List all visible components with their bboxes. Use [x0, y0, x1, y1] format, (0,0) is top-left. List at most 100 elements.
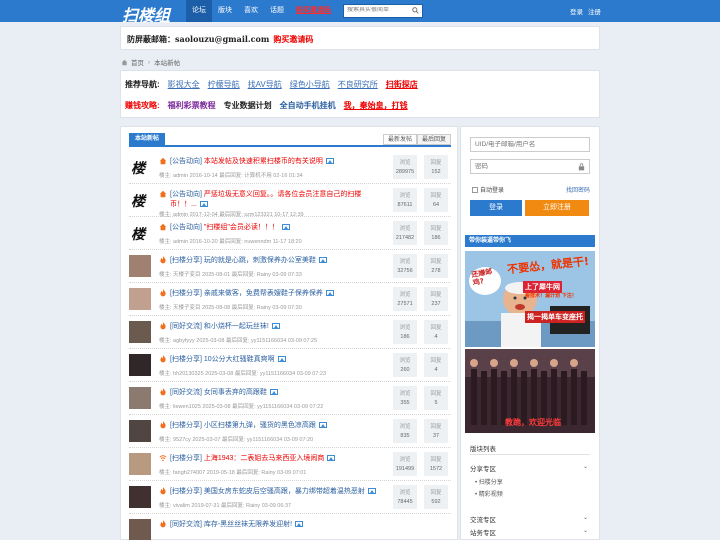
- guide-link[interactable]: 影视大全: [168, 79, 200, 90]
- thread-row[interactable]: [扫楼分享] 亲戚来做客，免费帮表嫂鞋子保养保养 楼主: 天楼子变目 2025-0…: [129, 283, 451, 316]
- ad-banner-2[interactable]: 教跪，欢迎光临: [465, 349, 595, 433]
- thread-title[interactable]: 上海1943：二表姐去马来西亚入境闹商: [204, 455, 325, 462]
- thread-title[interactable]: 小区扫楼第九弹，骚货的黑色凉高跟: [204, 422, 316, 429]
- guide-link[interactable]: 不良研究所: [338, 79, 378, 90]
- thread-title[interactable]: 本站发帖及快速积累扫楼币的有关说明: [204, 158, 323, 165]
- password-field[interactable]: [470, 159, 590, 174]
- avatar[interactable]: [129, 453, 151, 475]
- guide-link[interactable]: 福利彩票教程: [168, 100, 216, 111]
- guide-link[interactable]: 绿色小导航: [290, 79, 330, 90]
- avatar[interactable]: [129, 519, 151, 540]
- site-logo[interactable]: 扫楼组: [122, 2, 170, 26]
- forgot-password-link[interactable]: 找回密码: [566, 185, 590, 194]
- thread-category[interactable]: [扫楼分享]: [170, 356, 202, 363]
- register-link[interactable]: 注册: [588, 9, 601, 16]
- notice-buy-link[interactable]: 购买邀请码: [273, 34, 313, 44]
- thread-row[interactable]: [同好交流] 库存-黑丝丝袜无限养发迎射!: [129, 514, 451, 540]
- nav-likes[interactable]: 喜欢: [238, 0, 264, 22]
- login-link[interactable]: 登录: [570, 9, 583, 16]
- avatar[interactable]: 楼: [129, 222, 151, 244]
- thread-row[interactable]: [同好交流] 女同事丢弃的高跟鞋楼主: liewen1025 2025-03-0…: [129, 382, 451, 415]
- thread-title[interactable]: 和小烧杯一起玩丝袜!: [204, 323, 269, 330]
- nav-boards[interactable]: 版块: [212, 0, 238, 22]
- thread-title[interactable]: 亲戚来做客，免费帮表嫂鞋子保养保养: [204, 290, 323, 297]
- thread-title[interactable]: 10公分大红骚鞋真爽啊: [204, 356, 275, 363]
- thread-category[interactable]: [扫楼分享]: [170, 455, 202, 462]
- guide-link[interactable]: 找AV导航: [248, 79, 282, 90]
- auto-login[interactable]: 自动登录: [472, 185, 504, 194]
- breadcrumb-home[interactable]: 首页: [131, 57, 144, 67]
- thread-row[interactable]: 楼 [公告动向] "扫楼组"会员必读！！！ 楼主: admin 2016-10-20…: [129, 217, 451, 250]
- guide-link[interactable]: 我，秦始皇，打钱: [344, 100, 408, 111]
- subboard-item[interactable]: • 扫楼分享: [475, 477, 503, 486]
- thread-row[interactable]: 楼 [公告动向] 本站发帖及快速积累扫楼币的有关说明 楼主: admin 2016-…: [129, 151, 451, 184]
- thread-meta: 楼主: admin 2016-10-20 最后回复: nuwenndm 11-1…: [159, 239, 302, 245]
- view-label: 浏览: [399, 226, 411, 232]
- thread-category[interactable]: [扫楼分享]: [170, 488, 202, 495]
- nav-buy-invite[interactable]: 购买邀请码: [290, 0, 337, 22]
- avatar[interactable]: 楼: [129, 156, 151, 178]
- thread-row[interactable]: 楼 [公告动向] 严惩垃圾无意义回复。。请各位会员注意自己的扫楼 币！！... 楼主:…: [129, 184, 451, 218]
- thread-row[interactable]: [扫楼分享] 玩的就是心跳，刺激保养办公室美鞋 楼主: 天楼子变目 2025-08…: [129, 250, 451, 283]
- subboard-item[interactable]: • 精彩视频: [475, 489, 503, 498]
- thread-category[interactable]: [同好交流]: [170, 389, 202, 396]
- sort-latest-post[interactable]: 最新发帖: [382, 134, 417, 145]
- view-value: 289975: [395, 169, 415, 175]
- sort-last-reply[interactable]: 最后回复: [416, 134, 451, 145]
- thread-title[interactable]: 严惩垃圾无意义回复。。请各位会员注意自己的扫楼: [204, 191, 362, 198]
- thread-title[interactable]: 女同事丢弃的高跟鞋: [204, 389, 267, 396]
- thread-category[interactable]: [公告动向]: [170, 158, 202, 165]
- username-field[interactable]: [470, 137, 590, 152]
- thread-title-continued[interactable]: 币！！...: [170, 201, 197, 208]
- password-input[interactable]: [475, 163, 570, 170]
- thread-row[interactable]: [扫楼分享] 小区扫楼第九弹，骚货的黑色凉高跟 楼主: 9527cy 2025-0…: [129, 415, 451, 448]
- thread-category[interactable]: [公告动向]: [170, 191, 202, 198]
- username-input[interactable]: [475, 141, 570, 148]
- thread-meta: 楼主: liewen1025 2025-03-08 最后回复: yy115116…: [159, 404, 324, 410]
- board-item-share[interactable]: 分享专区 ⌄: [470, 463, 590, 473]
- thread-category[interactable]: [扫楼分享]: [170, 290, 202, 297]
- login-button[interactable]: 登录: [470, 200, 522, 216]
- avatar[interactable]: [129, 387, 151, 409]
- thread-row[interactable]: [扫楼分享] 美国女房东蛇皮后空骚高跟，暴力绑带超着温热恶射 楼主: vivali…: [129, 481, 451, 514]
- avatar[interactable]: [129, 321, 151, 343]
- guide-link[interactable]: 专业数据计划: [224, 100, 272, 111]
- chevron-down-icon[interactable]: ⌄: [583, 514, 588, 521]
- thread-title[interactable]: 美国女房东蛇皮后空骚高跟，暴力绑带超着温热恶射: [204, 488, 365, 495]
- board-item-exchange[interactable]: 交流专区 ⌄: [470, 514, 590, 524]
- avatar[interactable]: [129, 420, 151, 442]
- notice-bar: 防屏蔽邮箱：saolouzu@gmail.com 购买邀请码: [120, 26, 600, 50]
- board-item-admin[interactable]: 站务专区 ⌄: [470, 527, 590, 537]
- ad-banner-1[interactable]: 不要怂，就是干! 上了犀牛网 看技术！漏计划 下注！ 揭一揭单车变座托 还嫌邮鸡…: [465, 251, 595, 347]
- home-icon[interactable]: [121, 59, 128, 66]
- avatar[interactable]: [129, 354, 151, 376]
- avatar[interactable]: [129, 288, 151, 310]
- guide-link[interactable]: 扫街探店: [386, 79, 418, 90]
- thread-category[interactable]: [扫楼分享]: [170, 257, 202, 264]
- chevron-down-icon[interactable]: ⌄: [583, 527, 588, 534]
- nav-topics[interactable]: 话题: [264, 0, 290, 22]
- thread-category[interactable]: [同好交流]: [170, 323, 202, 330]
- avatar[interactable]: 楼: [129, 189, 151, 211]
- guide-link[interactable]: 柠檬导航: [208, 79, 240, 90]
- thread-title[interactable]: 玩的就是心跳，刺激保养办公室美鞋: [204, 257, 316, 264]
- search-box[interactable]: [343, 4, 423, 18]
- avatar[interactable]: [129, 255, 151, 277]
- tab-new-posts[interactable]: 本站新帖: [129, 133, 166, 146]
- auto-login-checkbox[interactable]: [472, 186, 478, 193]
- search-input[interactable]: [347, 7, 411, 13]
- guide-link[interactable]: 全自动手机挂机: [280, 100, 336, 111]
- search-icon[interactable]: [412, 7, 419, 14]
- thread-category[interactable]: [扫楼分享]: [170, 422, 202, 429]
- thread-category[interactable]: [同好交流]: [170, 521, 202, 528]
- nav-forum[interactable]: 论坛: [186, 0, 212, 22]
- thread-title[interactable]: "扫楼组"会员必读！！！: [204, 224, 279, 231]
- thread-row[interactable]: [同好交流] 和小烧杯一起玩丝袜! 楼主: agbyfyyy 2025-03-08…: [129, 316, 451, 349]
- register-button[interactable]: 立即注册: [525, 200, 589, 216]
- thread-row[interactable]: [扫楼分享] 上海1943：二表姐去马来西亚入境闹商 楼主: fangh27400…: [129, 448, 451, 481]
- chevron-down-icon[interactable]: ⌄: [583, 463, 588, 470]
- avatar[interactable]: [129, 486, 151, 508]
- thread-row[interactable]: [扫楼分享] 10公分大红骚鞋真爽啊 楼主: hh20130325 2025-03…: [129, 349, 451, 382]
- thread-category[interactable]: [公告动向]: [170, 224, 202, 231]
- thread-title[interactable]: 库存-黑丝丝袜无限养发迎射!: [204, 521, 292, 528]
